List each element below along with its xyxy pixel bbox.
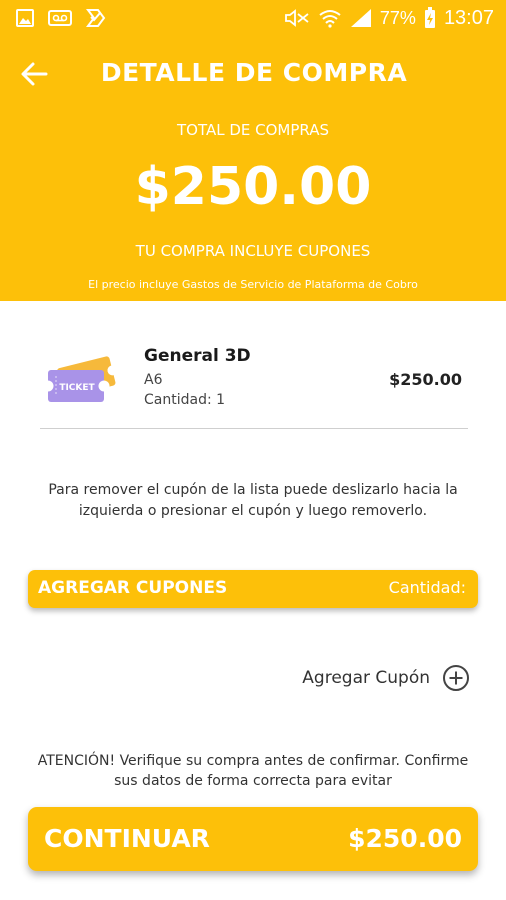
- continue-label: CONTINUAR: [44, 824, 210, 853]
- ticket-price: $250.00: [389, 370, 462, 389]
- ticket-name: General 3D: [144, 346, 251, 366]
- ticket-item: TICKET General 3D A6 Cantidad: 1 $250.00: [40, 340, 468, 429]
- status-bar: 77% 13:07: [0, 0, 506, 36]
- mute-icon: [285, 9, 309, 27]
- app-notification-icon: [86, 9, 106, 27]
- total-label: TOTAL DE COMPRAS: [176, 121, 329, 139]
- ticket-quantity: Cantidad: 1: [144, 392, 226, 408]
- notification-icons: [16, 6, 106, 30]
- coupon-quantity-label: Cantidad:: [388, 578, 466, 597]
- ticket-icon-text: TICKET: [59, 383, 95, 393]
- gallery-icon: [16, 9, 34, 27]
- page-title: DETALLE DE COMPRA: [100, 58, 408, 87]
- ticket-seat: A6: [144, 372, 163, 388]
- add-coupons-title: AGREGAR CUPONES: [38, 578, 228, 598]
- add-coupons-bar[interactable]: AGREGAR CUPONES Cantidad:: [28, 570, 478, 608]
- system-icons: 77% 13:07: [284, 6, 494, 30]
- ticket-icon: TICKET: [46, 356, 118, 402]
- plus-circle-icon[interactable]: [442, 664, 470, 692]
- continue-total: $250.00: [348, 824, 462, 853]
- coupon-instructions: Para remover el cupón de la lista puede …: [48, 482, 458, 519]
- voicemail-icon: [48, 10, 72, 26]
- total-amount: $250.00: [134, 157, 372, 217]
- battery-charging-icon: [424, 7, 435, 28]
- clock: 13:07: [443, 6, 494, 29]
- wifi-icon: [319, 10, 341, 28]
- toolbar: DETALLE DE COMPRA: [0, 50, 506, 98]
- confirmation-warning: ATENCIÓN! Verifique su compra antes de c…: [37, 753, 469, 789]
- signal-icon: [350, 9, 371, 27]
- add-coupon-label: Agregar Cupón: [302, 668, 430, 688]
- header: 77% 13:07 DETALLE DE COMPRA TOTAL DE COM…: [0, 0, 506, 301]
- continue-button[interactable]: CONTINUAR $250.00: [28, 807, 478, 871]
- add-coupon-button[interactable]: Agregar Cupón: [302, 663, 470, 693]
- battery-percent: 77%: [379, 7, 416, 28]
- coupon-note: TU COMPRA INCLUYE CUPONES: [135, 242, 371, 260]
- fee-note: El precio incluye Gastos de Servicio de …: [88, 278, 418, 291]
